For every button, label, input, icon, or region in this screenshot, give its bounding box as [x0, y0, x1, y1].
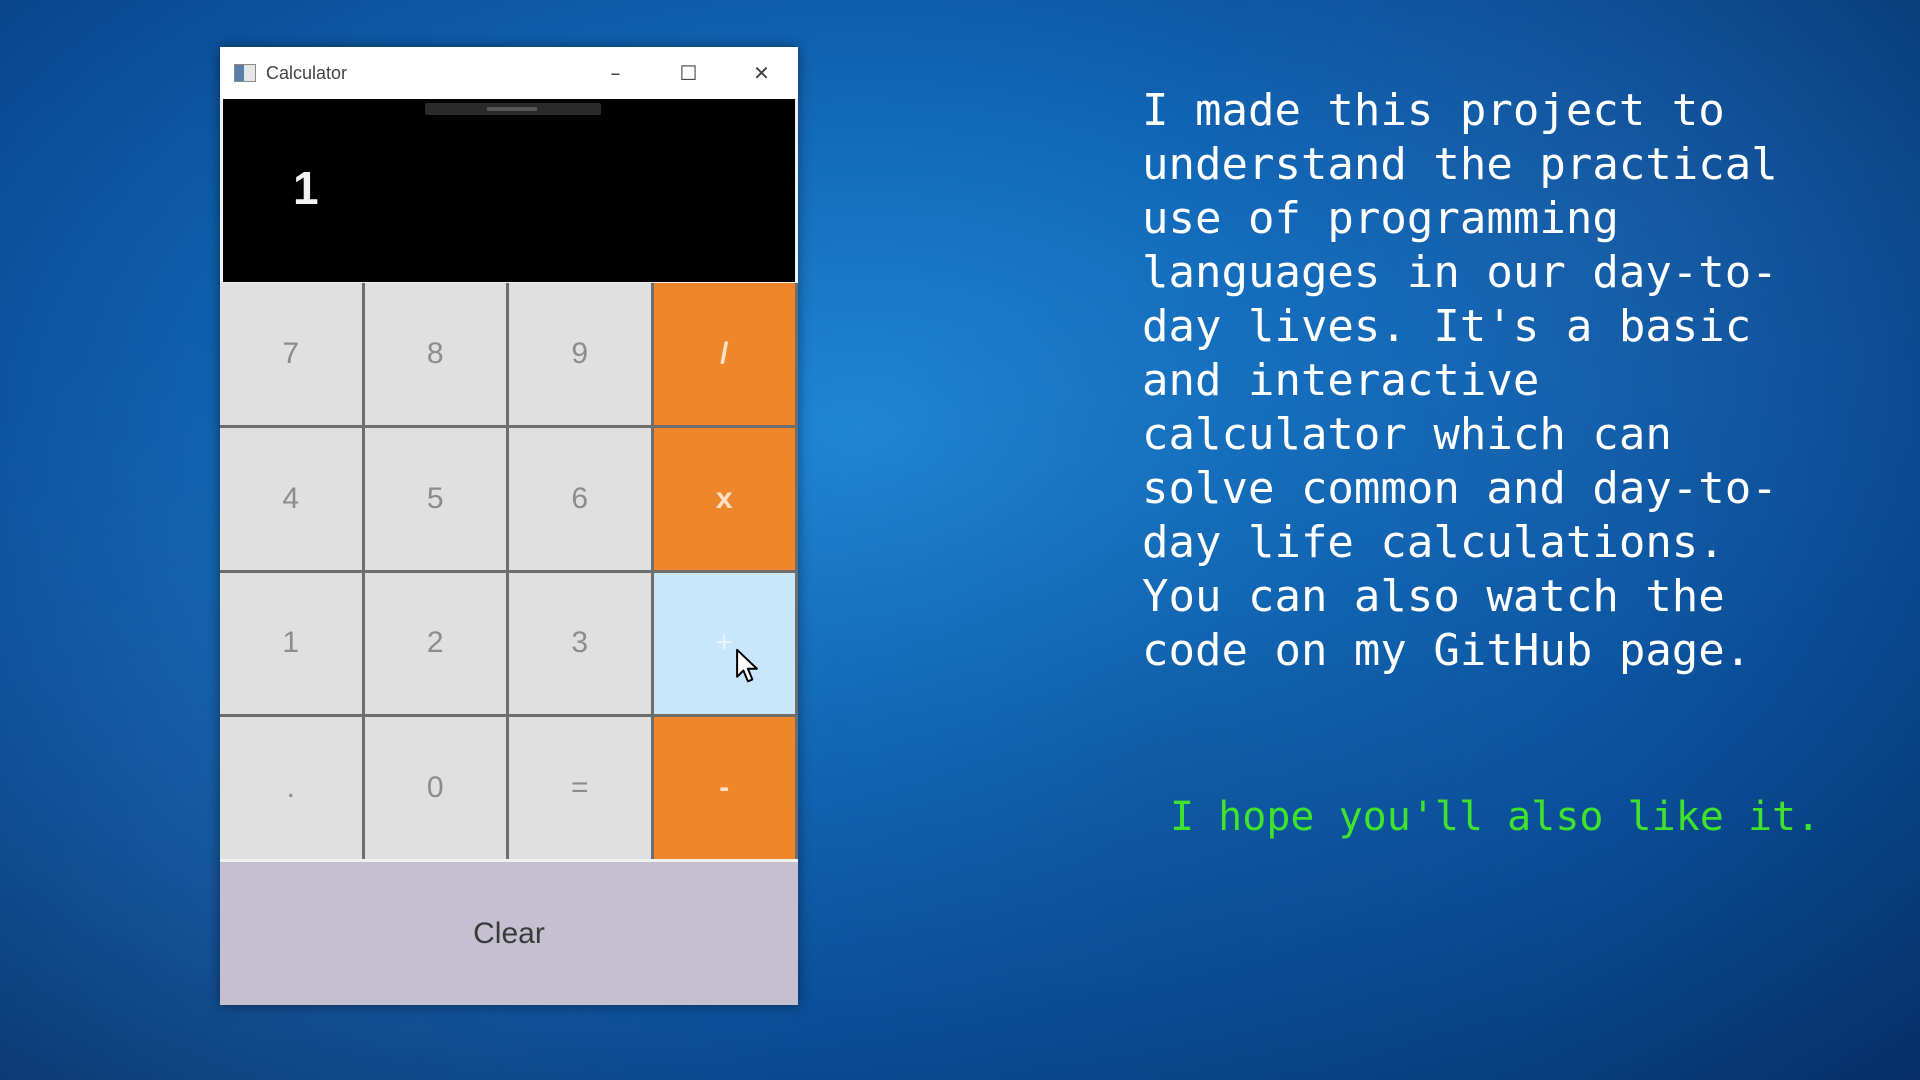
description-line: day lives. It's a basic: [1142, 301, 1752, 352]
key-7[interactable]: 7: [220, 283, 362, 425]
key-6[interactable]: 6: [509, 427, 651, 570]
window-controls: – ☐ ✕: [579, 47, 798, 99]
key-1[interactable]: 1: [220, 572, 362, 715]
description-line: languages in our day-to-: [1142, 247, 1778, 298]
closing-message: I hope you'll also like it.: [1170, 794, 1821, 840]
maximize-icon[interactable]: ☐: [652, 47, 725, 99]
description-line: solve common and day-to-: [1142, 463, 1778, 514]
description-line: and interactive: [1142, 355, 1540, 406]
description-line: understand the practical: [1142, 139, 1778, 190]
key-0[interactable]: 0: [364, 717, 506, 859]
calculator-window: Calculator – ☐ ✕ 1 7 8 9 / 4 5 6 x 1 2 3…: [220, 47, 798, 1005]
key-3[interactable]: 3: [509, 572, 651, 715]
window-title: Calculator: [266, 62, 348, 83]
key-5[interactable]: 5: [364, 427, 506, 570]
calculator-display: 1: [223, 99, 795, 282]
equals-button[interactable]: =: [509, 717, 651, 859]
subtract-button[interactable]: -: [653, 717, 795, 859]
description-line: I made this project to: [1142, 85, 1725, 136]
divide-button[interactable]: /: [653, 283, 795, 425]
display-value: 1: [293, 162, 319, 214]
display-scrollbar[interactable]: [425, 103, 601, 115]
clear-button[interactable]: Clear: [220, 862, 798, 1005]
key-8[interactable]: 8: [364, 283, 506, 425]
description-line: calculator which can: [1142, 409, 1672, 460]
key-4[interactable]: 4: [220, 427, 362, 570]
key-9[interactable]: 9: [509, 283, 651, 425]
title-bar[interactable]: Calculator – ☐ ✕: [220, 47, 798, 99]
decimal-button[interactable]: .: [220, 717, 362, 859]
description-line: You can also watch the: [1142, 571, 1725, 622]
description-line: code on my GitHub page.: [1142, 625, 1752, 676]
description-text: I made this project to understand the pr…: [1142, 84, 1882, 678]
keypad: 7 8 9 / 4 5 6 x 1 2 3 + . 0 = -: [220, 283, 798, 859]
add-button-label: +: [715, 626, 734, 660]
multiply-button[interactable]: x: [653, 427, 795, 570]
mouse-cursor-icon: [735, 648, 758, 682]
add-button[interactable]: +: [653, 572, 795, 715]
minimize-icon[interactable]: –: [579, 47, 652, 99]
app-icon: [234, 64, 256, 82]
description-line: day life calculations.: [1142, 517, 1725, 568]
close-icon[interactable]: ✕: [725, 47, 798, 99]
description-line: use of programming: [1142, 193, 1619, 244]
key-2[interactable]: 2: [364, 572, 506, 715]
